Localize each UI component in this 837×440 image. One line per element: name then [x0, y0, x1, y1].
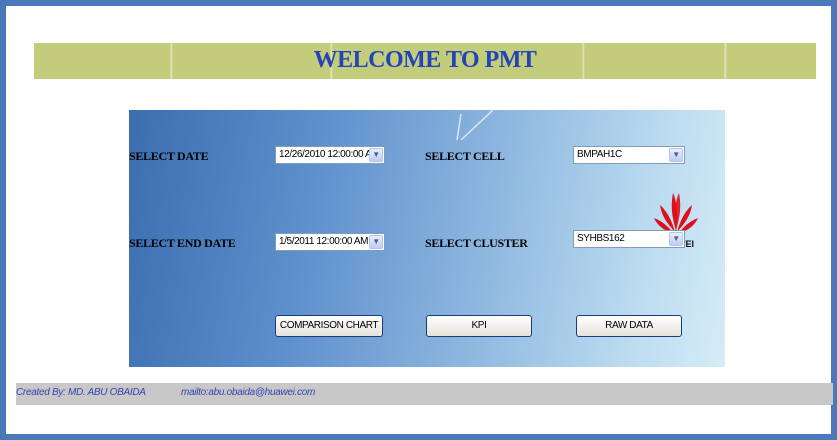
- select-cluster-dropdown[interactable]: SYHBS162 ▼: [573, 230, 685, 248]
- select-date-label: SELECT DATE: [129, 149, 209, 163]
- report-panel: SELECT DATE 12/26/2010 12:00:00 AM ▼ SEL…: [129, 110, 725, 367]
- comparison-chart-button[interactable]: COMPARISON CHART: [275, 315, 383, 337]
- page-title: WELCOME TO PMT: [313, 47, 537, 73]
- select-cluster-label: SELECT CLUSTER: [425, 236, 528, 250]
- decorative-stroke: [456, 110, 494, 140]
- select-end-date-label: SELECT END DATE: [129, 236, 236, 250]
- select-cell-value: BMPAH1C: [577, 149, 622, 160]
- raw-data-button[interactable]: RAW DATA: [576, 315, 682, 337]
- select-end-date-dropdown[interactable]: 1/5/2011 12:00:00 AM ▼: [275, 233, 385, 251]
- select-cluster-value: SYHBS162: [577, 233, 625, 244]
- select-end-date-value: 1/5/2011 12:00:00 AM: [279, 236, 369, 247]
- mailto-link[interactable]: mailto:abu.obaida@huawei.com: [181, 387, 315, 398]
- select-cell-dropdown[interactable]: BMPAH1C ▼: [573, 146, 685, 164]
- footer-bar: Created By: MD. ABU OBAIDA mailto:abu.ob…: [16, 383, 833, 405]
- chevron-down-icon[interactable]: ▼: [669, 148, 683, 162]
- chevron-down-icon[interactable]: ▼: [369, 235, 383, 249]
- created-by-text: Created By: MD. ABU OBAIDA: [16, 387, 146, 398]
- select-cell-label: SELECT CELL: [425, 149, 505, 163]
- kpi-button[interactable]: KPI: [426, 315, 532, 337]
- select-date-value: 12/26/2010 12:00:00 AM: [279, 149, 380, 160]
- welcome-banner: WELCOME TO PMT: [34, 43, 816, 79]
- select-date-dropdown[interactable]: 12/26/2010 12:00:00 AM ▼: [275, 146, 385, 164]
- page-frame: WELCOME TO PMT SELECT DATE 12/26/2010 12…: [0, 0, 837, 440]
- chevron-down-icon[interactable]: ▼: [669, 232, 683, 246]
- chevron-down-icon[interactable]: ▼: [369, 148, 383, 162]
